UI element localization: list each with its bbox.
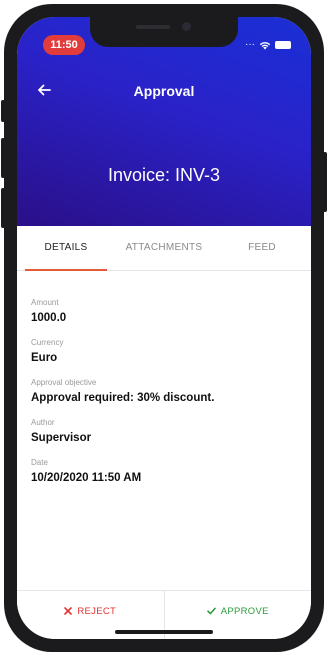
volume-up-button (1, 138, 5, 178)
field-value: Approval required: 30% discount. (31, 392, 215, 404)
tab-bar: DETAILS ATTACHMENTS FEED (17, 226, 311, 271)
tab-feed[interactable]: FEED (213, 226, 311, 270)
details-list: Amount 1000.0 Currency Euro Approval obj… (31, 298, 297, 498)
notch (90, 17, 238, 47)
field-label: Date (31, 458, 48, 467)
status-icons: ··· (245, 40, 291, 50)
status-time: 11:50 (43, 35, 85, 55)
field-label: Currency (31, 338, 64, 347)
field-label: Author (31, 418, 55, 427)
volume-down-button (1, 188, 5, 228)
camera (182, 22, 191, 31)
x-icon (64, 607, 73, 615)
power-button (323, 152, 327, 212)
field-value: 10/20/2020 11:50 AM (31, 472, 142, 484)
tab-attachments[interactable]: ATTACHMENTS (115, 226, 213, 270)
field-value: Supervisor (31, 432, 92, 444)
signal-dots-icon: ··· (245, 39, 255, 50)
reject-label: REJECT (77, 605, 117, 617)
field-label: Approval objective (31, 378, 97, 387)
field-value: Euro (31, 352, 58, 364)
speaker (136, 25, 170, 29)
screen: 11:50 ··· Approval Invoice: INV-3 DETAIL… (17, 17, 311, 639)
field-currency: Currency Euro (31, 338, 297, 364)
field-author: Author Supervisor (31, 418, 297, 444)
home-indicator (115, 630, 213, 634)
field-label: Amount (31, 298, 59, 307)
wifi-icon (259, 41, 271, 49)
field-amount: Amount 1000.0 (31, 298, 297, 324)
field-value: 1000.0 (31, 312, 67, 324)
app-header: 11:50 ··· Approval Invoice: INV-3 (17, 17, 311, 226)
field-date: Date 10/20/2020 11:50 AM (31, 458, 297, 484)
mute-switch (1, 100, 5, 122)
invoice-title: Invoice: INV-3 (107, 165, 221, 185)
approve-label: APPROVE (220, 605, 269, 617)
page-title: Approval (133, 83, 195, 99)
tab-details[interactable]: DETAILS (17, 226, 115, 271)
battery-icon (275, 41, 291, 49)
checkmark-icon (206, 607, 216, 615)
phone-frame: 11:50 ··· Approval Invoice: INV-3 DETAIL… (1, 4, 327, 652)
field-approval-objective: Approval objective Approval required: 30… (31, 378, 297, 404)
